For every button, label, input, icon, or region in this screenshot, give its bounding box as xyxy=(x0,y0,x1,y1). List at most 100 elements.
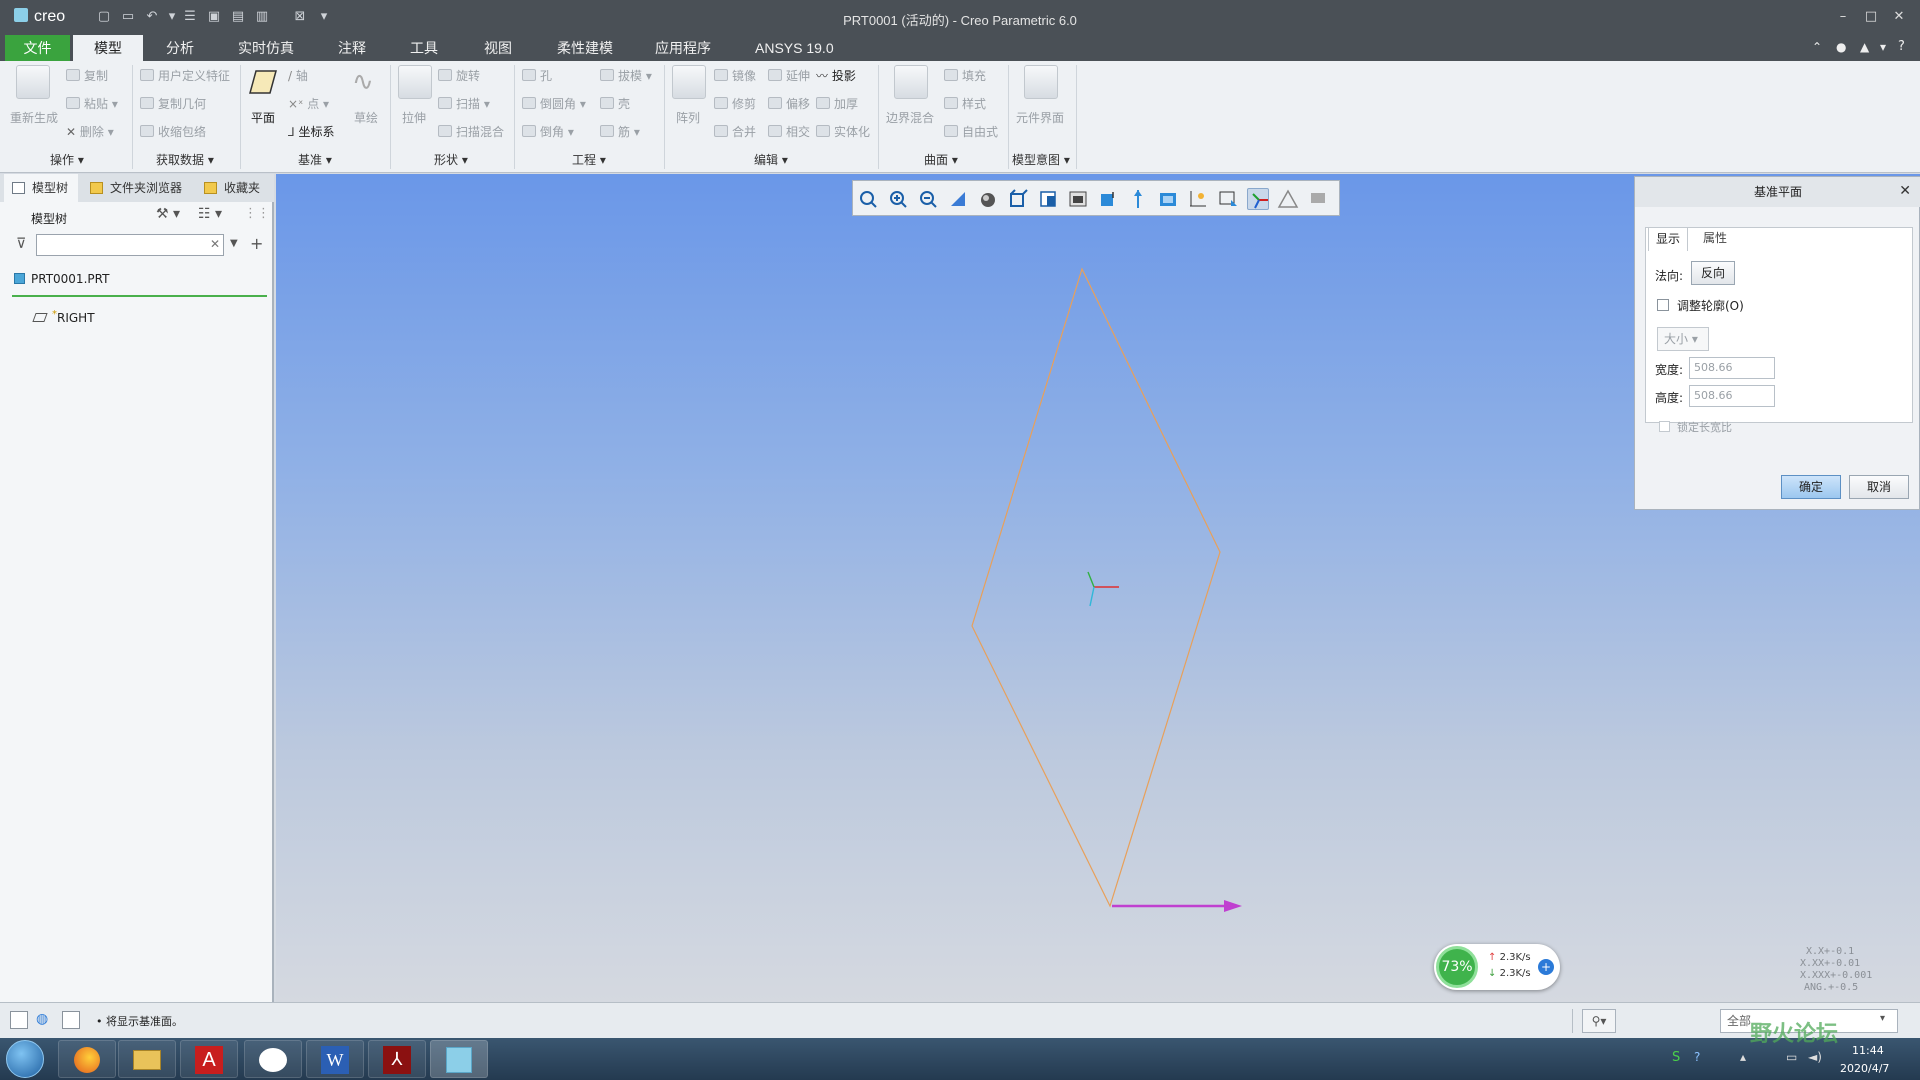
cancel-button[interactable]: 取消 xyxy=(1849,475,1909,499)
clock-date[interactable]: 2020/4/7 xyxy=(1840,1062,1889,1075)
perspective-view-icon[interactable] xyxy=(1067,188,1089,210)
add-column-icon[interactable]: + xyxy=(250,234,263,253)
freestyle-button[interactable]: 自由式 xyxy=(944,123,998,140)
tab-properties[interactable]: 属性 xyxy=(1695,227,1735,251)
pattern-button[interactable]: 阵列 xyxy=(676,109,700,126)
search-dropdown-icon[interactable]: ▼ xyxy=(230,238,238,249)
close-button[interactable]: ✕ xyxy=(1888,6,1910,28)
regenerate-button[interactable]: 重新生成 xyxy=(10,109,58,126)
minimize-ribbon-icon[interactable]: ⌃ xyxy=(1812,40,1822,54)
tray-expand-icon[interactable]: ▴ xyxy=(1740,1050,1746,1064)
taskbar-acrobat[interactable]: ⅄ xyxy=(368,1040,426,1078)
options-dropdown-icon[interactable]: ▾ xyxy=(1880,40,1886,54)
tab-favorites[interactable]: 收藏夹 xyxy=(196,174,272,202)
notification-icon[interactable]: ● xyxy=(1836,40,1846,54)
view-manager-icon[interactable] xyxy=(1037,188,1059,210)
chamfer-button[interactable]: 倒角 ▾ xyxy=(522,123,574,140)
minimize-button[interactable]: – xyxy=(1832,6,1854,28)
trim-button[interactable]: 修剪 xyxy=(714,95,756,112)
group-datum-label[interactable]: 基准 ▾ xyxy=(298,151,332,168)
full-screen-icon[interactable] xyxy=(62,1011,80,1029)
fill-button[interactable]: 填充 xyxy=(944,67,986,84)
taskbar-explorer[interactable] xyxy=(118,1040,176,1078)
tab-display[interactable]: 显示 xyxy=(1648,227,1688,251)
shrinkwrap-button[interactable]: 收缩包络 xyxy=(140,123,206,140)
tray-help-icon[interactable]: ? xyxy=(1694,1050,1700,1064)
start-button[interactable] xyxy=(6,1040,44,1078)
group-shapes-label[interactable]: 形状 ▾ xyxy=(434,151,468,168)
tree-search-input[interactable] xyxy=(36,234,224,256)
tab-annotate[interactable]: 注释 xyxy=(326,35,378,61)
axis-button[interactable]: / 轴 xyxy=(288,67,308,84)
annotation-toggle-icon[interactable] xyxy=(1307,188,1329,210)
offset-button[interactable]: 偏移 xyxy=(768,95,810,112)
boundary-blend-button[interactable]: 边界混合 xyxy=(886,109,934,126)
rib-button[interactable]: 筋 ▾ xyxy=(600,123,640,140)
mirror-button[interactable]: 镜像 xyxy=(714,67,756,84)
network-speed-widget[interactable]: 73% ↑ 2.3K/s ↓ 2.3K/s + xyxy=(1434,944,1560,990)
boundary-blend-icon[interactable] xyxy=(894,65,928,99)
annotation-display-icon[interactable] xyxy=(1127,188,1149,210)
tree-item-right-plane[interactable]: *RIGHT xyxy=(32,309,95,325)
csys-button[interactable]: ⅃ 坐标系 xyxy=(288,123,335,140)
tab-tools[interactable]: 工具 xyxy=(398,35,450,61)
thicken-button[interactable]: 加厚 xyxy=(816,95,858,112)
tab-ansys[interactable]: ANSYS 19.0 xyxy=(743,35,846,61)
maximize-button[interactable]: □ xyxy=(1860,6,1882,28)
intersect-button[interactable]: 相交 xyxy=(768,123,810,140)
group-get-data-label[interactable]: 获取数据 ▾ xyxy=(156,151,214,168)
merge-button[interactable]: 合并 xyxy=(714,123,756,140)
extend-button[interactable]: 延伸 xyxy=(768,67,810,84)
tab-model[interactable]: 模型 xyxy=(73,35,143,61)
copy-button[interactable]: 复制 xyxy=(66,67,108,84)
filter-dropdown-icon[interactable]: ▾ xyxy=(1880,1013,1885,1024)
delete-button[interactable]: ✕ 删除 ▾ xyxy=(66,123,114,140)
display-style-icon[interactable] xyxy=(977,188,999,210)
udf-button[interactable]: 用户定义特征 xyxy=(140,67,230,84)
point-display-icon[interactable] xyxy=(1277,188,1299,210)
taskbar-word[interactable]: W xyxy=(306,1040,364,1078)
tray-s-icon[interactable]: S xyxy=(1672,1050,1680,1065)
regenerate-icon[interactable] xyxy=(16,65,50,99)
section-icon[interactable] xyxy=(1097,188,1119,210)
extrude-icon[interactable] xyxy=(398,65,432,99)
tab-folder-browser[interactable]: 文件夹浏览器 xyxy=(82,174,194,202)
height-input[interactable]: 508.66 xyxy=(1689,385,1775,407)
tab-simulation[interactable]: 实时仿真 xyxy=(226,35,306,61)
round-button[interactable]: 倒圆角 ▾ xyxy=(522,95,586,112)
spin-center-icon[interactable] xyxy=(1187,188,1209,210)
zoom-in-icon[interactable] xyxy=(887,188,909,210)
clock-time[interactable]: 11:44 xyxy=(1852,1044,1884,1057)
draft-button[interactable]: 拔模 ▾ xyxy=(600,67,652,84)
tray-network-icon[interactable]: ▭ xyxy=(1786,1050,1797,1064)
paste-button[interactable]: 粘贴 ▾ xyxy=(66,95,118,112)
find-icon[interactable]: ⚲▾ xyxy=(1582,1009,1616,1033)
group-operations-label[interactable]: 操作 ▾ xyxy=(50,151,84,168)
learning-icon[interactable]: ▲ xyxy=(1860,40,1869,54)
tray-volume-icon[interactable]: ◄) xyxy=(1808,1050,1822,1064)
flip-button[interactable]: 反向 xyxy=(1691,261,1735,285)
shell-button[interactable]: 壳 xyxy=(600,95,630,112)
saved-orientations-icon[interactable] xyxy=(1007,188,1029,210)
plane-display-icon[interactable] xyxy=(1217,188,1239,210)
adjust-outline-checkbox[interactable] xyxy=(1657,299,1669,311)
style-button[interactable]: 样式 xyxy=(944,95,986,112)
datum-display-icon[interactable] xyxy=(1157,188,1179,210)
group-model-intent-label[interactable]: 模型意图 ▾ xyxy=(1012,151,1070,168)
help-icon[interactable]: ? xyxy=(1898,39,1905,54)
extrude-button[interactable]: 拉伸 xyxy=(402,109,426,126)
plane-icon[interactable] xyxy=(248,67,278,97)
group-surfaces-label[interactable]: 曲面 ▾ xyxy=(924,151,958,168)
copy-geometry-button[interactable]: 复制几何 xyxy=(140,95,206,112)
dialog-close-icon[interactable]: ✕ xyxy=(1899,183,1911,199)
point-button[interactable]: ×ˣ 点 ▾ xyxy=(288,95,329,112)
taskbar-creo[interactable] xyxy=(430,1040,488,1078)
tab-applications[interactable]: 应用程序 xyxy=(643,35,723,61)
swept-blend-button[interactable]: 扫描混合 xyxy=(438,123,504,140)
tree-filter-settings-icon[interactable]: ⋮⋮ xyxy=(244,206,270,221)
tab-model-tree[interactable]: 模型树 xyxy=(4,174,78,202)
tree-item-part[interactable]: PRT0001.PRT xyxy=(14,272,109,286)
tree-settings-icon[interactable]: ⚒ ▾ xyxy=(156,206,180,222)
group-editing-label[interactable]: 编辑 ▾ xyxy=(754,151,788,168)
lock-ratio-checkbox[interactable] xyxy=(1659,421,1670,432)
